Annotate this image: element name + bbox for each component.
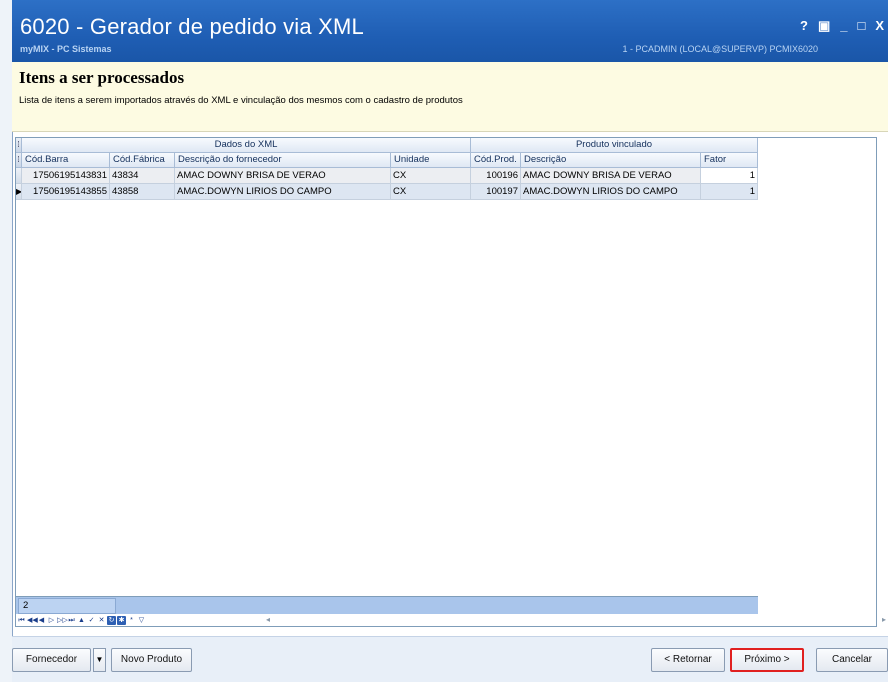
cell-descricao[interactable]: AMAC.DOWYN LIRIOS DO CAMPO — [521, 184, 701, 200]
refresh-icon[interactable]: ↻ — [107, 615, 116, 625]
app-window: 6020 - Gerador de pedido via XML myMIX -… — [0, 0, 888, 682]
goto-bookmark-icon[interactable]: * — [127, 616, 136, 625]
last-record-icon[interactable]: ⏭ — [67, 616, 76, 625]
col-descricao-fornecedor[interactable]: Descrição do fornecedor — [175, 153, 391, 168]
cell-cod-prod[interactable]: 100197 — [471, 184, 521, 200]
grid-footer: 2 — [16, 596, 758, 614]
cell-unidade[interactable]: CX — [391, 184, 471, 200]
chevron-down-icon[interactable]: ▼ — [93, 648, 106, 672]
col-cod-fabrica[interactable]: Cód.Fábrica — [110, 153, 175, 168]
user-info: 1 - PCADMIN (LOCAL@SUPERVP) PCMIX6020 — [622, 44, 818, 54]
band-dados-xml[interactable]: Dados do XML — [22, 138, 471, 153]
next-record-icon[interactable]: ▷ — [47, 616, 56, 625]
maximize-icon[interactable]: □ — [857, 18, 865, 34]
edit-icon[interactable]: ✓ — [87, 616, 96, 625]
title-bar: 6020 - Gerador de pedido via XML myMIX -… — [12, 0, 888, 62]
cell-descricao-fornecedor[interactable]: AMAC DOWNY BRISA DE VERAO — [175, 168, 391, 184]
grid-area: ⁞ Dados do XML Produto vinculado ⁞ Cód.B… — [12, 132, 888, 636]
window-controls: ? ▣ _ □ X — [800, 18, 884, 34]
scroll-right-icon[interactable]: ▸ — [882, 615, 886, 624]
bottom-bar: Fornecedor ▼ Novo Produto < Retornar Pró… — [12, 636, 888, 682]
cell-cod-fabrica[interactable]: 43834 — [110, 168, 175, 184]
cell-cod-barra[interactable]: 17506195143855 — [22, 184, 110, 200]
cell-cod-barra[interactable]: 17506195143831 — [22, 168, 110, 184]
close-icon[interactable]: X — [875, 18, 884, 34]
col-fator[interactable]: Fator — [701, 153, 758, 168]
col-descricao[interactable]: Descrição — [521, 153, 701, 168]
window-title: 6020 - Gerador de pedido via XML — [20, 14, 364, 39]
insert-icon[interactable]: ▲ — [77, 616, 86, 625]
band-header-row: ⁞ Dados do XML Produto vinculado — [16, 138, 758, 153]
col-cod-barra[interactable]: Cód.Barra — [22, 153, 110, 168]
grid-navigator: ⏮ ◀◀ ◀ ▷ ▷▷ ⏭ ▲ ✓ ✕ ↻ ✱ * ▽ ◂ ▸ — [16, 614, 886, 626]
next-page-icon[interactable]: ▷▷ — [57, 616, 68, 625]
restore-icon[interactable]: ▣ — [818, 18, 830, 34]
cell-cod-fabrica[interactable]: 43858 — [110, 184, 175, 200]
help-icon[interactable]: ? — [800, 18, 808, 34]
retornar-button[interactable]: < Retornar — [651, 648, 725, 672]
fornecedor-button[interactable]: Fornecedor — [12, 648, 91, 672]
band-produto-vinculado[interactable]: Produto vinculado — [471, 138, 758, 153]
proximo-button[interactable]: Próximo > — [730, 648, 804, 672]
record-count: 2 — [18, 598, 116, 614]
cell-unidade[interactable]: CX — [391, 168, 471, 184]
minimize-icon[interactable]: _ — [840, 18, 847, 34]
first-record-icon[interactable]: ⏮ — [17, 616, 26, 625]
scroll-left-icon[interactable]: ◂ — [266, 615, 270, 624]
novo-produto-button[interactable]: Novo Produto — [111, 648, 192, 672]
col-unidade[interactable]: Unidade — [391, 153, 471, 168]
cell-fator[interactable]: 1 — [701, 184, 758, 200]
table-row-selected[interactable]: ▶ 17506195143855 43858 AMAC.DOWYN LIRIOS… — [16, 184, 758, 200]
page-title: Itens a ser processados — [19, 68, 185, 87]
header-panel: Itens a ser processados Lista de itens a… — [12, 62, 888, 132]
table-row[interactable]: 17506195143831 43834 AMAC DOWNY BRISA DE… — [16, 168, 758, 184]
cell-descricao[interactable]: AMAC DOWNY BRISA DE VERAO — [521, 168, 701, 184]
col-cod-prod[interactable]: Cód.Prod. — [471, 153, 521, 168]
bookmark-icon[interactable]: ✱ — [117, 615, 126, 625]
cancel-icon[interactable]: ✕ — [97, 616, 106, 625]
cell-cod-prod[interactable]: 100196 — [471, 168, 521, 184]
cell-fator[interactable]: 1 — [701, 168, 758, 184]
cell-descricao-fornecedor[interactable]: AMAC.DOWYN LIRIOS DO CAMPO — [175, 184, 391, 200]
cancelar-button[interactable]: Cancelar — [816, 648, 888, 672]
page-description: Lista de itens a serem importados atravé… — [19, 95, 463, 106]
column-header-row: ⁞ Cód.Barra Cód.Fábrica Descrição do for… — [16, 153, 758, 168]
prev-page-icon[interactable]: ◀◀ — [27, 616, 38, 625]
items-grid[interactable]: ⁞ Dados do XML Produto vinculado ⁞ Cód.B… — [15, 137, 886, 627]
filter-icon[interactable]: ▽ — [137, 616, 146, 625]
window-subtitle: myMIX - PC Sistemas — [20, 44, 112, 54]
prev-record-icon[interactable]: ◀ — [37, 616, 46, 625]
